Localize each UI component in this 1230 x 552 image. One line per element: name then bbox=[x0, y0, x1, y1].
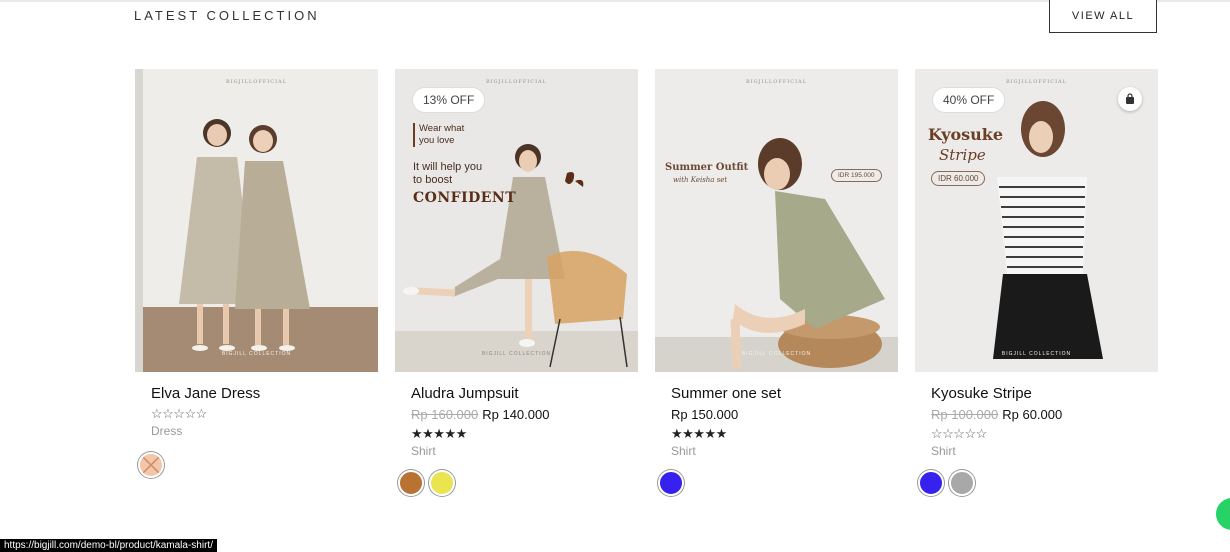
image-brand-bottom: BIGJILL COLLECTION bbox=[221, 351, 292, 357]
color-swatch-unavailable[interactable] bbox=[138, 452, 164, 478]
view-all-button[interactable]: VIEW ALL bbox=[1049, 0, 1157, 33]
image-price-tag: IDR 195.000 bbox=[831, 169, 882, 182]
image-price-tag: IDR 60.000 bbox=[931, 171, 986, 186]
image-brand-top: BIGJILLOFFICIAL bbox=[225, 79, 287, 85]
product-name[interactable]: Summer one set bbox=[671, 385, 898, 402]
image-brand-bottom: BIGJILL COLLECTION bbox=[741, 351, 812, 357]
promo-line: to boost bbox=[413, 174, 453, 186]
product-name[interactable]: Kyosuke Stripe bbox=[931, 385, 1158, 402]
product-name[interactable]: Aludra Jumpsuit bbox=[411, 385, 638, 402]
product-category[interactable]: Shirt bbox=[931, 444, 1158, 458]
promo-line: Wear what bbox=[419, 123, 465, 134]
image-headline: Summer Outfit bbox=[665, 162, 749, 173]
product-image[interactable]: BIGJILLOFFICIAL BIGJILL COLLECTION bbox=[135, 69, 378, 372]
image-headline: Kyosuke bbox=[928, 125, 1004, 144]
image-promo-text: It will help you to boost bbox=[413, 161, 482, 187]
rating-stars: ☆☆☆☆☆ bbox=[151, 406, 207, 421]
image-promo-text: Wear what you love bbox=[413, 123, 464, 147]
color-swatch[interactable] bbox=[949, 470, 975, 496]
product-image[interactable]: BIGJILLOFFICIAL 13% OFF Wear what you lo… bbox=[395, 69, 638, 372]
product-name[interactable]: Elva Jane Dress bbox=[151, 385, 378, 402]
promo-line: you love bbox=[419, 135, 455, 146]
image-brand-top: BIGJILLOFFICIAL bbox=[1005, 79, 1067, 85]
old-price: Rp 160.000 bbox=[411, 407, 479, 422]
image-brand-bottom: BIGJILL COLLECTION bbox=[1001, 351, 1072, 357]
discount-badge: 40% OFF bbox=[932, 87, 1006, 113]
whatsapp-icon[interactable] bbox=[1216, 498, 1230, 530]
image-brand-top: BIGJILLOFFICIAL bbox=[485, 79, 547, 85]
section-title: LATEST COLLECTION bbox=[134, 8, 320, 23]
color-swatch[interactable] bbox=[918, 470, 944, 496]
product-price: Rp 150.000 bbox=[671, 407, 898, 422]
old-price: Rp 100.000 bbox=[931, 407, 999, 422]
product-photo bbox=[915, 69, 1158, 372]
product-category[interactable]: Shirt bbox=[411, 444, 638, 458]
product-card: BIGJILLOFFICIAL 13% OFF Wear what you lo… bbox=[395, 69, 638, 496]
shopping-bag-icon bbox=[1126, 93, 1134, 104]
product-photo bbox=[135, 69, 378, 372]
image-brand-top: BIGJILLOFFICIAL bbox=[745, 79, 807, 85]
image-headline: Stripe bbox=[939, 146, 986, 164]
promo-line: It will help you bbox=[413, 161, 483, 173]
rating-stars: ★★★★★ bbox=[671, 426, 727, 441]
top-divider bbox=[0, 0, 1230, 2]
image-brand-bottom: BIGJILL COLLECTION bbox=[481, 351, 552, 357]
color-swatch[interactable] bbox=[429, 470, 455, 496]
color-swatch[interactable] bbox=[658, 470, 684, 496]
product-photo bbox=[655, 69, 898, 372]
product-image[interactable]: BIGJILLOFFICIAL Summer Outfit with Keish… bbox=[655, 69, 898, 372]
sale-price: Rp 60.000 bbox=[1002, 407, 1063, 422]
sale-price: Rp 140.000 bbox=[482, 407, 550, 422]
rating-stars: ★★★★★ bbox=[411, 426, 467, 441]
status-bar-url: https://bigjill.com/demo-bl/product/kama… bbox=[0, 539, 217, 552]
sale-price: Rp 150.000 bbox=[671, 407, 739, 422]
product-image[interactable]: BIGJILLOFFICIAL 40% OFF Kyosuke Stripe I… bbox=[915, 69, 1158, 372]
product-card: BIGJILLOFFICIAL 40% OFF Kyosuke Stripe I… bbox=[915, 69, 1158, 496]
product-card: BIGJILLOFFICIAL Summer Outfit with Keish… bbox=[655, 69, 898, 496]
product-price: Rp 160.000 Rp 140.000 bbox=[411, 407, 638, 422]
product-photo bbox=[395, 69, 638, 372]
unavailable-cross-icon bbox=[142, 456, 160, 474]
image-subline: with Keisha set bbox=[673, 176, 728, 184]
product-category[interactable]: Shirt bbox=[671, 444, 898, 458]
product-card: BIGJILLOFFICIAL BIGJILL COLLECTION Elva … bbox=[135, 69, 378, 478]
product-category[interactable]: Dress bbox=[151, 424, 378, 438]
image-promo-headline: CONFIDENT bbox=[413, 190, 517, 206]
product-price: Rp 100.000 Rp 60.000 bbox=[931, 407, 1158, 422]
discount-badge: 13% OFF bbox=[412, 87, 486, 113]
add-to-cart-button[interactable] bbox=[1118, 87, 1142, 111]
rating-stars: ☆☆☆☆☆ bbox=[931, 426, 987, 441]
color-swatch[interactable] bbox=[398, 470, 424, 496]
